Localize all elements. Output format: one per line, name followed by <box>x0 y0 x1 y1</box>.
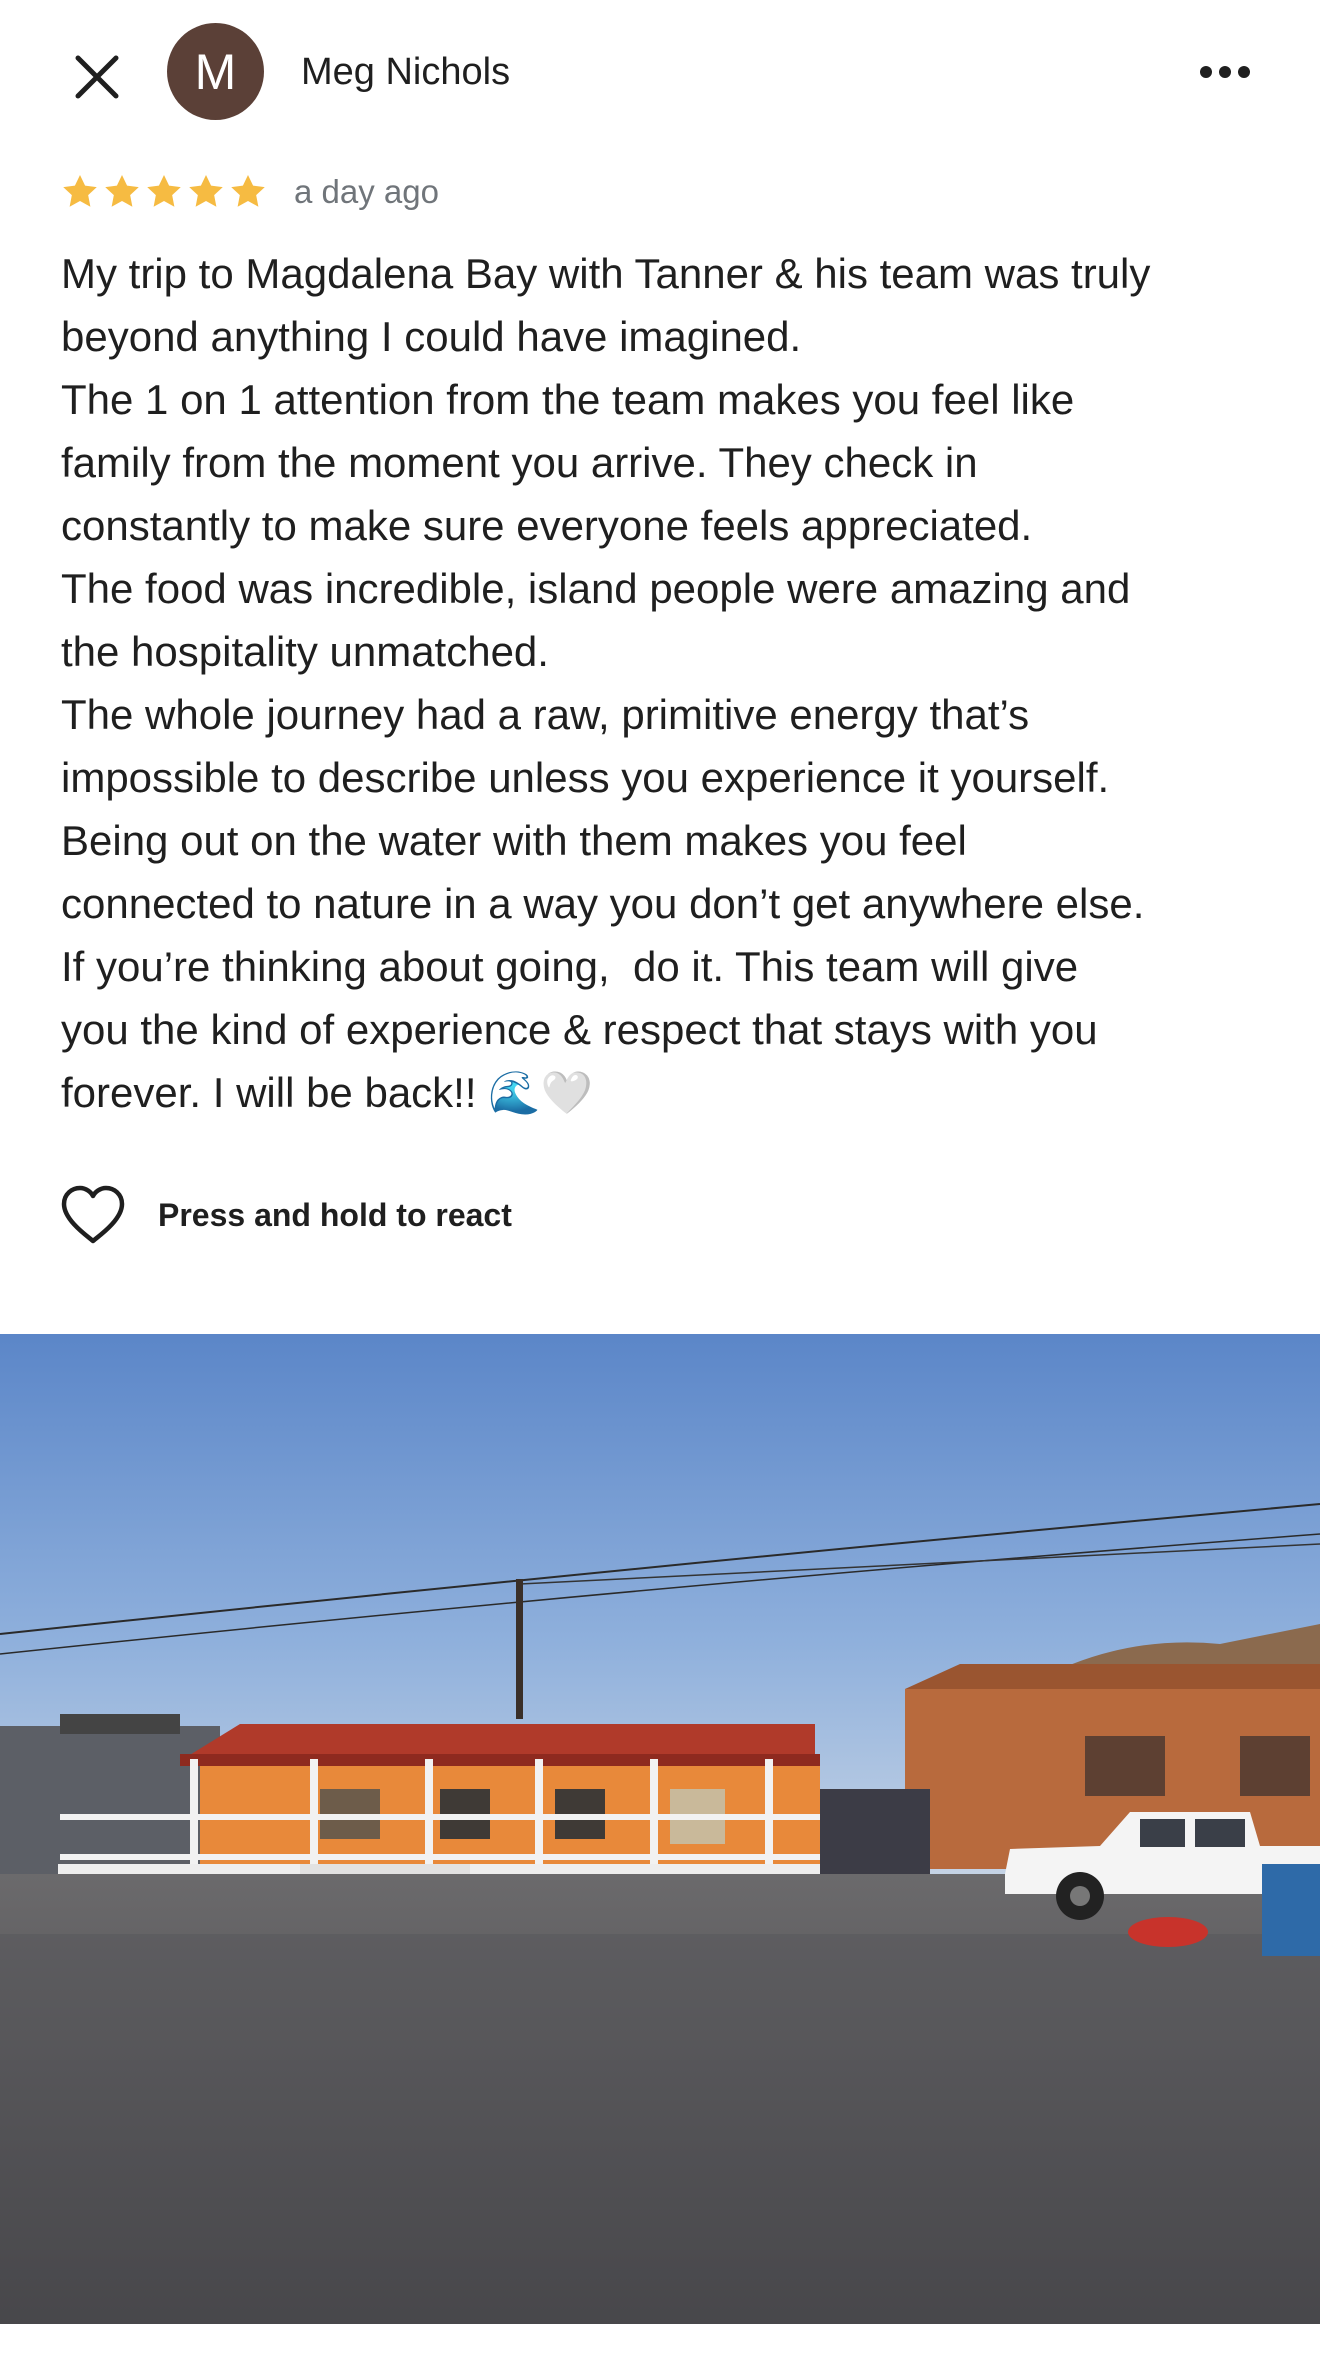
author-name[interactable]: Meg Nichols <box>301 48 510 96</box>
react-button[interactable]: Press and hold to react <box>60 1180 512 1250</box>
review-text: My trip to Magdalena Bay with Tanner & h… <box>61 250 1151 1116</box>
review-timestamp: a day ago <box>294 173 439 210</box>
more-horizontal-icon <box>1200 66 1250 78</box>
star-icon <box>105 175 139 207</box>
more-options-button[interactable] <box>1185 47 1265 97</box>
close-button[interactable] <box>62 42 132 112</box>
star-icon <box>189 175 223 207</box>
review-photo[interactable] <box>0 1334 1320 2324</box>
star-icon <box>147 175 181 207</box>
review-header: M Meg Nichols <box>0 0 1320 140</box>
avatar[interactable]: M <box>167 23 264 120</box>
star-icon <box>231 175 265 207</box>
heart-outline-icon <box>61 1185 125 1244</box>
react-label: Press and hold to react <box>158 1196 512 1233</box>
close-icon <box>75 55 119 99</box>
rating-row: a day ago <box>60 168 439 216</box>
star-icon <box>63 175 97 207</box>
star-rating <box>60 172 268 212</box>
review-photo-image <box>0 1334 1320 2324</box>
